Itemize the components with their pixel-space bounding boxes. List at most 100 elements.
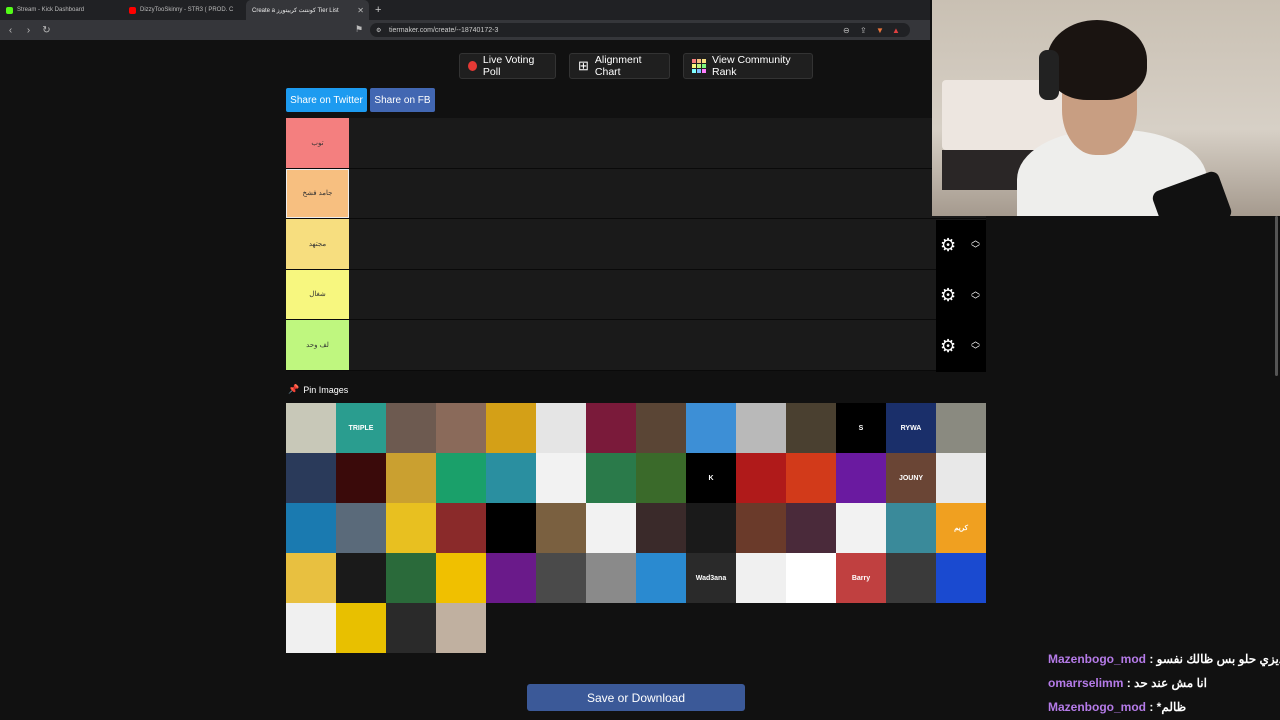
creator-image-tile[interactable] bbox=[836, 503, 886, 553]
creator-image-tile[interactable] bbox=[736, 453, 786, 503]
browser-tab-tiermaker[interactable]: Create a كونتنت كرييتورز Tier List ✕ bbox=[246, 0, 369, 20]
creator-image-tile[interactable] bbox=[486, 503, 536, 553]
zoom-icon[interactable]: ⊖ bbox=[843, 26, 850, 35]
tier-drop-area[interactable] bbox=[349, 269, 986, 319]
tier-drop-area[interactable] bbox=[349, 320, 986, 370]
creator-image-tile[interactable] bbox=[536, 553, 586, 603]
creator-image-tile[interactable] bbox=[586, 453, 636, 503]
creator-image-tile[interactable] bbox=[736, 503, 786, 553]
creator-image-tile[interactable] bbox=[336, 503, 386, 553]
creator-image-tile[interactable] bbox=[286, 553, 336, 603]
creator-image-tile[interactable] bbox=[686, 403, 736, 453]
brave-shield-icon[interactable]: ▼ bbox=[876, 26, 884, 35]
creator-image-tile[interactable] bbox=[386, 503, 436, 553]
creator-image-tile[interactable] bbox=[286, 503, 336, 553]
creator-image-tile[interactable] bbox=[436, 503, 486, 553]
creator-image-tile[interactable] bbox=[736, 553, 786, 603]
back-icon[interactable]: ‹ bbox=[3, 25, 18, 36]
creator-image-tile[interactable]: K bbox=[686, 453, 736, 503]
reload-icon[interactable]: ↻ bbox=[39, 25, 54, 36]
share-fb-button[interactable]: Share on FB bbox=[370, 88, 435, 112]
creator-image-tile[interactable] bbox=[936, 453, 986, 503]
tier-drop-area[interactable] bbox=[349, 118, 986, 168]
address-bar[interactable]: ⚙ tiermaker.com/create/--18740172-3 ⊖ ⇪ … bbox=[370, 23, 910, 37]
creator-image-tile[interactable] bbox=[436, 453, 486, 503]
creator-image-tile[interactable] bbox=[286, 453, 336, 503]
creator-image-tile[interactable] bbox=[436, 603, 486, 653]
creator-image-tile[interactable] bbox=[786, 553, 836, 603]
move-down-icon[interactable]: ﹀ bbox=[971, 346, 980, 355]
tier-label[interactable]: لف وحد bbox=[286, 320, 349, 370]
creator-image-tile[interactable]: Wad3ana bbox=[686, 553, 736, 603]
creator-image-tile[interactable] bbox=[336, 553, 386, 603]
creator-image-tile[interactable] bbox=[536, 453, 586, 503]
creator-image-tile[interactable]: RYWA bbox=[886, 403, 936, 453]
creator-image-tile[interactable] bbox=[436, 553, 486, 603]
tier-label[interactable]: توب bbox=[286, 118, 349, 168]
creator-image-tile[interactable] bbox=[936, 553, 986, 603]
gear-icon[interactable]: ⚙ bbox=[940, 285, 956, 306]
creator-image-tile[interactable] bbox=[586, 403, 636, 453]
creator-image-tile[interactable] bbox=[886, 553, 936, 603]
move-down-icon[interactable]: ﹀ bbox=[971, 245, 980, 254]
creator-image-tile[interactable] bbox=[636, 503, 686, 553]
creator-image-tile[interactable]: S bbox=[836, 403, 886, 453]
bookmark-icon[interactable]: ⚑ bbox=[355, 24, 363, 35]
creator-image-tile[interactable] bbox=[336, 603, 386, 653]
creator-image-tile[interactable] bbox=[636, 403, 686, 453]
creator-image-tile[interactable] bbox=[636, 453, 686, 503]
creator-image-tile[interactable] bbox=[386, 603, 436, 653]
creator-image-tile[interactable] bbox=[786, 403, 836, 453]
creator-image-tile[interactable] bbox=[736, 403, 786, 453]
alignment-chart-button[interactable]: ⊞ Alignment Chart bbox=[569, 53, 670, 79]
creator-image-tile[interactable] bbox=[386, 553, 436, 603]
gear-icon[interactable]: ⚙ bbox=[940, 336, 956, 357]
creator-image-tile[interactable] bbox=[586, 503, 636, 553]
new-tab-button[interactable]: + bbox=[375, 4, 381, 16]
rewards-icon[interactable]: ▲ bbox=[892, 26, 900, 35]
pin-images-header[interactable]: 📌 Pin Images bbox=[288, 384, 348, 395]
view-community-rank-button[interactable]: View Community Rank bbox=[683, 53, 813, 79]
creator-image-tile[interactable] bbox=[786, 503, 836, 553]
close-tab-icon[interactable]: ✕ bbox=[357, 6, 364, 15]
creator-image-tile[interactable]: TRIPLE bbox=[336, 403, 386, 453]
creator-image-tile[interactable] bbox=[786, 453, 836, 503]
creator-image-tile[interactable]: Barry bbox=[836, 553, 886, 603]
creator-image-tile[interactable] bbox=[386, 403, 436, 453]
creator-image-tile[interactable]: كريم bbox=[936, 503, 986, 553]
forward-icon[interactable]: › bbox=[21, 25, 36, 36]
page-scrollbar[interactable] bbox=[1275, 216, 1278, 376]
creator-image-tile[interactable] bbox=[486, 553, 536, 603]
gear-icon[interactable]: ⚙ bbox=[940, 235, 956, 256]
creator-image-tile[interactable] bbox=[436, 403, 486, 453]
creator-image-tile[interactable] bbox=[386, 453, 436, 503]
share-twitter-button[interactable]: Share on Twitter bbox=[286, 88, 367, 112]
creator-image-tile[interactable] bbox=[636, 553, 686, 603]
creator-image-tile[interactable] bbox=[686, 503, 736, 553]
move-down-icon[interactable]: ﹀ bbox=[971, 295, 980, 305]
creator-image-tile[interactable] bbox=[486, 403, 536, 453]
creator-image-tile[interactable] bbox=[486, 453, 536, 503]
tier-drop-area[interactable] bbox=[349, 168, 986, 218]
tier-label[interactable]: جامد فشخ bbox=[286, 168, 349, 218]
browser-tab-kick[interactable]: Stream - Kick Dashboard bbox=[0, 0, 123, 20]
share-icon[interactable]: ⇪ bbox=[860, 26, 867, 35]
creator-image-tile[interactable] bbox=[536, 503, 586, 553]
creator-image-tile[interactable] bbox=[286, 403, 336, 453]
creator-image-tile[interactable] bbox=[536, 403, 586, 453]
tier-drop-area[interactable] bbox=[349, 219, 986, 269]
browser-tab-youtube[interactable]: DizzyTooSkinny - STR3 ( PROD. C bbox=[123, 0, 246, 20]
site-info-icon[interactable]: ⚙ bbox=[376, 27, 381, 34]
live-voting-poll-button[interactable]: Live Voting Poll bbox=[459, 53, 556, 79]
creator-image-tile[interactable] bbox=[836, 453, 886, 503]
creator-image-tile[interactable] bbox=[286, 603, 336, 653]
tier-label[interactable]: شغال bbox=[286, 269, 349, 319]
creator-image-tile[interactable] bbox=[886, 503, 936, 553]
save-download-button[interactable]: Save or Download bbox=[527, 684, 745, 711]
creator-image-tile[interactable] bbox=[336, 453, 386, 503]
tier-row: جامد فشخ bbox=[286, 168, 986, 219]
creator-image-tile[interactable] bbox=[586, 553, 636, 603]
tier-label[interactable]: مجتهد bbox=[286, 219, 349, 269]
creator-image-tile[interactable]: JOUNY bbox=[886, 453, 936, 503]
creator-image-tile[interactable] bbox=[936, 403, 986, 453]
